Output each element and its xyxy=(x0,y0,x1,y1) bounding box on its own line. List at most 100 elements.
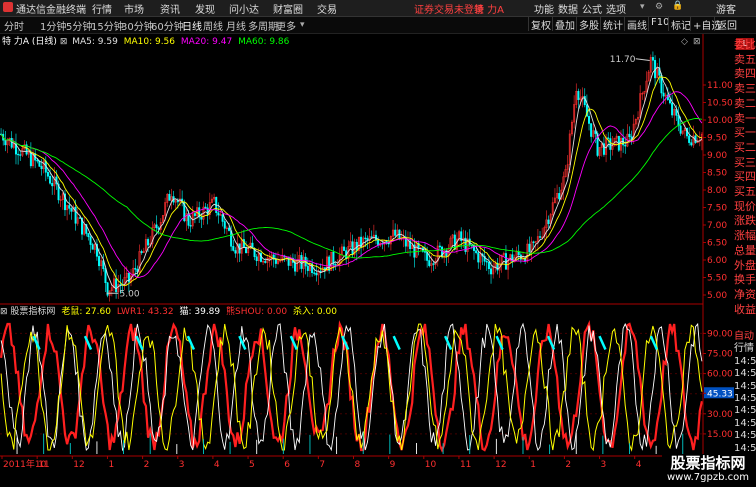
candle-body xyxy=(134,267,137,270)
menu-quotes[interactable]: 行情 xyxy=(92,1,112,16)
chart-period: (日线) xyxy=(31,37,57,47)
candle-body xyxy=(189,225,192,227)
menu-function[interactable]: 功能 xyxy=(534,1,554,16)
period-5min[interactable]: 5分钟 xyxy=(66,18,92,33)
candle-body xyxy=(87,233,90,238)
side-panel-item: 换手 xyxy=(734,273,756,287)
candle-body xyxy=(364,237,367,239)
y-tick-label: 5.50 xyxy=(707,274,727,284)
x-tick-label: 7 xyxy=(319,460,325,470)
side-panel-item: 卖一 xyxy=(734,111,756,125)
y-tick-label: 6.50 xyxy=(707,239,727,249)
multi-stock-button[interactable]: 多股 xyxy=(576,17,601,32)
candle-body xyxy=(36,159,39,162)
menu-trade[interactable]: 交易 xyxy=(317,1,337,16)
menu-fortune-circle[interactable]: 财富圈 xyxy=(273,1,303,16)
watermark-url: www.7gpzb.com xyxy=(667,472,749,483)
settings-icon[interactable]: ⚙ xyxy=(655,2,663,12)
candle-body xyxy=(228,227,231,231)
x-tick-label: 5 xyxy=(249,460,255,470)
candle-body xyxy=(232,246,235,251)
ma-settings-icon[interactable]: ⊠ xyxy=(60,37,68,47)
side-panel-item: 买五 xyxy=(734,185,756,198)
ind-y-tick-label: 30.00 xyxy=(707,410,733,420)
back-button[interactable]: 返回 xyxy=(714,17,739,32)
overlay-button[interactable]: 叠加 xyxy=(552,17,577,32)
period-30min[interactable]: 30分钟 xyxy=(121,18,154,33)
menu-market[interactable]: 市场 xyxy=(124,1,144,16)
candle-body xyxy=(679,125,682,134)
chart-stock-name: 特 力A xyxy=(2,37,30,47)
period-monthly[interactable]: 月线 xyxy=(226,18,246,33)
y-tick-label: 6.00 xyxy=(707,256,727,266)
x-tick-label: 8 xyxy=(355,460,361,470)
indicator-mouse-value: 老鼠: 27.60 xyxy=(61,307,111,317)
x-tick-label: 4 xyxy=(214,460,220,470)
candle-body xyxy=(78,217,81,219)
y-tick-label: 8.00 xyxy=(707,186,727,196)
candle-body xyxy=(264,261,267,263)
indicator-series xyxy=(0,319,703,454)
candle-body xyxy=(547,219,550,225)
candle-body xyxy=(306,265,309,271)
candle-body xyxy=(193,213,196,216)
date-x-axis: 2011年10111212345678910111212345 xyxy=(1,456,677,470)
candle-body xyxy=(315,272,318,276)
more-dropdown-icon[interactable]: ▾ xyxy=(300,20,305,30)
app-title: 通达信金融终端 xyxy=(16,5,86,16)
candle-body xyxy=(428,260,431,266)
y-tick-label: 11.00 xyxy=(707,81,733,91)
adjust-button[interactable]: 复权 xyxy=(528,17,553,32)
menu-data[interactable]: 数据 xyxy=(558,1,578,16)
candle-body xyxy=(477,252,480,263)
period-60min[interactable]: 60分钟 xyxy=(151,18,184,33)
period-more[interactable]: 更多 xyxy=(276,18,296,33)
period-intraday[interactable]: 分时 xyxy=(4,18,24,33)
menu-options[interactable]: 选项 xyxy=(606,1,626,16)
menu-formula[interactable]: 公式 xyxy=(582,1,602,16)
indicator-settings-icon[interactable]: ⊠ xyxy=(0,307,8,317)
candle-body xyxy=(40,166,43,170)
candle-body xyxy=(294,262,297,272)
dropdown-icon[interactable]: ▾ xyxy=(640,2,645,12)
x-tick-label: 1 xyxy=(530,460,536,470)
candle-body xyxy=(475,250,478,253)
period-15min[interactable]: 15分钟 xyxy=(91,18,124,33)
x-tick-label: 6 xyxy=(284,460,290,470)
side-panel-item: 买一 xyxy=(734,126,756,140)
y-tick-label: 10.00 xyxy=(707,116,733,126)
menu-wenxiaoda[interactable]: 问小达 xyxy=(229,1,259,16)
cat-line xyxy=(0,322,703,452)
side-panel-item: 卖五 xyxy=(734,52,756,66)
x-tick-label: 10 xyxy=(425,460,437,470)
side-panel-item: 收益 xyxy=(734,302,756,316)
candle-body xyxy=(609,138,612,150)
ma20-value: MA20: 9.47 xyxy=(180,37,233,47)
menu-discover[interactable]: 发现 xyxy=(195,1,215,16)
period-multi[interactable]: 多周期 xyxy=(248,18,278,33)
kline-chart-area[interactable]: 11.70 5.00 11.00 10.50 10.00 9.50 9.00 8.50 8.0… xyxy=(0,34,734,487)
chart-close-icon[interactable]: ⊠ xyxy=(693,37,701,47)
indicator-cat-value: 猫: 39.89 xyxy=(179,307,221,317)
period-weekly[interactable]: 周线 xyxy=(203,18,223,33)
stats-button[interactable]: 统计 xyxy=(600,17,625,32)
ind-y-tick-label: 45.33 xyxy=(707,389,733,399)
side-panel-item: 外盘 xyxy=(734,258,756,272)
menu-news[interactable]: 资讯 xyxy=(160,1,180,16)
candle-body xyxy=(624,144,627,147)
ind-y-tick-label: 15.00 xyxy=(707,430,733,440)
candlestick-series xyxy=(0,51,703,302)
ind-y-tick-label: 60.00 xyxy=(707,370,733,380)
chart-nav-icon[interactable]: ◇ xyxy=(681,37,688,47)
tick-list-panel: 自动行情14:5614:5614:5614:5614:5614:5614:561… xyxy=(734,330,756,460)
x-tick-label: 12 xyxy=(73,460,84,470)
y-tick-label: 8.50 xyxy=(707,169,727,179)
lock-icon[interactable]: 🔒 xyxy=(672,1,683,11)
side-panel-item: 涨幅 xyxy=(734,229,756,243)
period-daily[interactable]: 日线 xyxy=(182,18,202,33)
draw-line-button[interactable]: 画线 xyxy=(624,17,649,32)
x-tick-label: 2 xyxy=(144,460,150,470)
moving-average-lines xyxy=(0,66,703,290)
user-label[interactable]: 游客 xyxy=(716,1,736,16)
period-1min[interactable]: 1分钟 xyxy=(40,18,66,33)
